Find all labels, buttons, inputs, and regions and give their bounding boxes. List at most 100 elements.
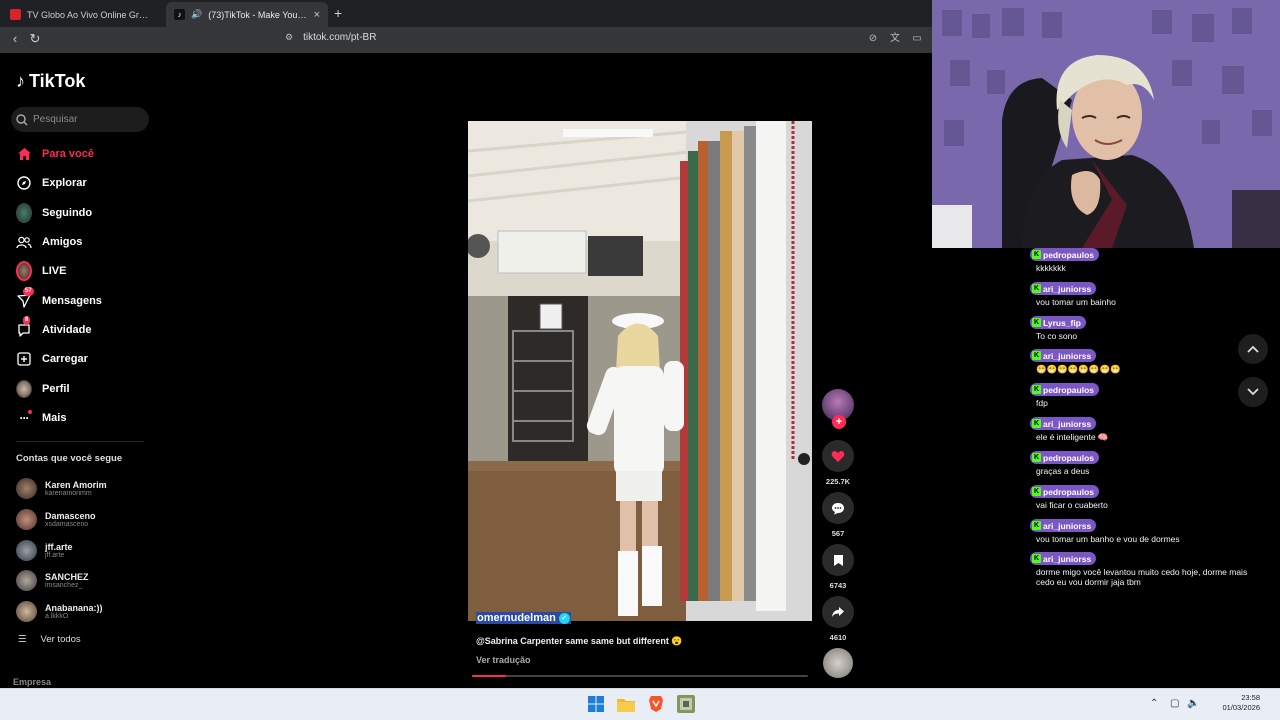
tray-overflow-icon[interactable]: ⌃: [1150, 698, 1158, 709]
chat-username[interactable]: Kari_juniorss: [1030, 519, 1097, 532]
reload-icon[interactable]: ↻: [27, 31, 43, 47]
see-all-button[interactable]: ☰ Ver todos: [18, 634, 81, 645]
kick-badge-icon: K: [1032, 385, 1041, 394]
video-progress-track[interactable]: [472, 675, 808, 677]
clock-date: 01/03/2026: [1222, 703, 1260, 712]
search-box[interactable]: [11, 107, 149, 132]
video-author[interactable]: omernudelman ✓: [476, 612, 571, 624]
windows-start-icon[interactable]: [586, 694, 606, 714]
speaker-icon: 🔊: [191, 9, 203, 19]
nav-label: Atividade: [42, 324, 92, 336]
followed-account[interactable]: Damasceno xsdamasceno: [16, 506, 146, 532]
url-text: tiktok.com/pt-BR: [303, 32, 377, 43]
comment-icon: [832, 502, 844, 514]
previous-video-button[interactable]: [1238, 334, 1268, 364]
game-app-icon[interactable]: [676, 694, 696, 714]
share-button[interactable]: [822, 596, 854, 628]
chat-username[interactable]: Kari_juniorss: [1030, 417, 1097, 430]
nav-seguindo[interactable]: Seguindo: [16, 202, 146, 224]
account-name: Karen Amorim: [45, 479, 107, 490]
search-input[interactable]: [33, 114, 143, 125]
nav-amigos[interactable]: Amigos: [16, 231, 146, 253]
like-count: 225.7K: [825, 477, 851, 486]
tracking-off-icon[interactable]: ⊘: [866, 32, 880, 46]
nav-label: Para você: [42, 148, 94, 160]
messages-icon: 57: [16, 287, 34, 309]
chat-user-label: ari_juniorss: [1043, 520, 1092, 531]
browser-tab-tiktok[interactable]: ♪ 🔊 (73)TikTok - Make Your Day ×: [166, 2, 328, 27]
bookmark-icon: [833, 554, 843, 566]
back-arrow-icon[interactable]: ‹: [7, 31, 23, 47]
company-link[interactable]: Empresa: [13, 677, 51, 687]
followed-account[interactable]: jff.arte jff.arte: [16, 537, 146, 563]
kick-badge-icon: K: [1032, 250, 1041, 259]
taskbar-clock[interactable]: 23:58 01/03/2026: [1200, 693, 1260, 713]
chat-username[interactable]: Kpedropaulos: [1030, 383, 1100, 396]
chat-user-label: ari_juniorss: [1043, 283, 1092, 294]
brave-browser-icon[interactable]: [646, 694, 666, 714]
avatar: [16, 569, 37, 591]
nav-label: Carregar: [42, 353, 88, 365]
chat-username[interactable]: Kari_juniorss: [1030, 349, 1097, 362]
kick-badge-icon: K: [1032, 351, 1041, 360]
share-icon: [832, 607, 844, 617]
video-player[interactable]: [468, 121, 812, 621]
chat-username[interactable]: Kpedropaulos: [1030, 485, 1100, 498]
translate-icon[interactable]: 文: [888, 32, 902, 46]
nav-carregar[interactable]: Carregar: [16, 348, 146, 370]
tiktok-logo[interactable]: ♪ TikTok: [16, 71, 85, 92]
close-tab-icon[interactable]: ×: [314, 9, 320, 21]
account-name: Damasceno: [45, 510, 96, 521]
network-icon[interactable]: ▢: [1170, 698, 1179, 709]
save-button[interactable]: [822, 544, 854, 576]
nav-para-voce[interactable]: Para você: [16, 143, 146, 165]
divider: [16, 441, 144, 442]
chat-user-label: ari_juniorss: [1043, 418, 1092, 429]
nav-atividade[interactable]: 8 Atividade: [16, 316, 146, 341]
like-button[interactable]: [822, 440, 854, 472]
account-handle: jff.arte: [45, 551, 65, 559]
kick-badge-icon: K: [1032, 453, 1041, 462]
video-progress-fill: [472, 675, 506, 677]
chat-user-label: pedropaulos: [1043, 486, 1095, 497]
chat-username[interactable]: Kpedropaulos: [1030, 248, 1100, 261]
chat-username[interactable]: Kpedropaulos: [1030, 451, 1100, 464]
music-disc[interactable]: [823, 648, 853, 678]
nav-perfil[interactable]: Perfil: [16, 378, 146, 400]
profile-avatar-icon: [16, 380, 32, 398]
compass-icon: [16, 175, 32, 191]
chevron-down-icon: [1247, 388, 1259, 396]
url-field[interactable]: ⚙ tiktok.com/pt-BR: [285, 32, 376, 43]
address-bar: [0, 27, 932, 53]
site-info-icon[interactable]: ⚙: [285, 32, 293, 43]
next-video-button[interactable]: [1238, 377, 1268, 407]
followed-account[interactable]: Karen Amorim karenamorimm: [16, 475, 146, 501]
nav-mais[interactable]: ··· Mais: [16, 407, 146, 429]
chat-user-label: ari_juniorss: [1043, 553, 1092, 564]
chat-username[interactable]: Kari_juniorss: [1030, 282, 1097, 295]
webcam-image: [932, 0, 1280, 248]
chat-username[interactable]: Kari_juniorss: [1030, 552, 1097, 565]
messages-badge: 57: [23, 287, 34, 296]
friends-icon: [16, 234, 32, 250]
cast-icon[interactable]: ▭: [910, 32, 924, 46]
account-name: Anabanana:)): [45, 602, 103, 613]
see-translation-link[interactable]: Ver tradução: [476, 655, 531, 665]
browser-tab-globo[interactable]: TV Globo Ao Vivo Online Grátis | Ass: [2, 2, 160, 27]
nav-mensagens[interactable]: 57 Mensagens: [16, 287, 146, 312]
followed-account[interactable]: Anabanana:)) a.lkkkO: [16, 598, 146, 624]
chat-user-label: pedropaulos: [1043, 452, 1095, 463]
volume-icon[interactable]: 🔈: [1187, 698, 1199, 709]
chat-user-label: pedropaulos: [1043, 384, 1095, 395]
following-heading: Contas que você segue: [16, 453, 123, 464]
comment-button[interactable]: [822, 492, 854, 524]
live-icon: [16, 261, 32, 281]
chat-username[interactable]: K Lyrus_fip: [1030, 316, 1086, 329]
follow-plus-button[interactable]: +: [832, 415, 846, 429]
file-explorer-icon[interactable]: [616, 694, 636, 714]
nav-explorar[interactable]: Explorar: [16, 172, 146, 194]
new-tab-button[interactable]: +: [334, 5, 342, 21]
nav-live[interactable]: LIVE: [16, 260, 146, 282]
followed-account[interactable]: SANCHEZ imsanchez_: [16, 567, 146, 593]
more-icon: ···: [16, 410, 32, 426]
